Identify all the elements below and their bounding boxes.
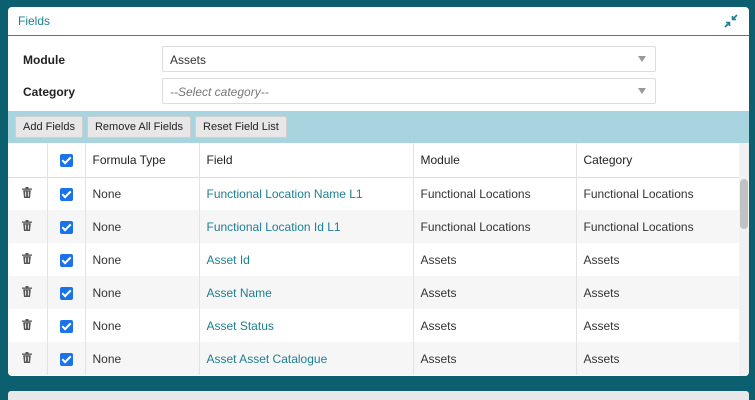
reset-field-list-button[interactable]: Reset Field List (195, 116, 287, 138)
table-row: None Asset Status Assets Assets (8, 309, 739, 342)
table-row: None Asset Asset Catalogue Assets Assets (8, 342, 739, 375)
header-module[interactable]: Module (412, 143, 576, 178)
formula-type-cell: None (84, 210, 199, 243)
trash-icon[interactable] (22, 252, 33, 267)
trash-icon[interactable] (22, 219, 33, 234)
module-cell: Assets (412, 309, 576, 342)
module-row: Module Assets (8, 46, 749, 72)
trash-icon[interactable] (22, 187, 33, 201)
panel-header: Fields (8, 7, 749, 36)
field-link[interactable]: Functional Location Id L1 (198, 210, 413, 243)
category-label: Category (23, 85, 76, 99)
fields-grid: Formula Type Field Module Category None … (8, 143, 739, 376)
header-formula-type[interactable]: Formula Type (84, 143, 199, 178)
bottom-panel-edge (8, 391, 749, 400)
trash-icon[interactable] (22, 318, 33, 333)
module-cell: Functional Locations (412, 210, 576, 243)
formula-type-cell: None (84, 177, 199, 210)
table-row: None Functional Location Id L1 Functiona… (8, 210, 739, 243)
panel-title: Fields (18, 14, 51, 28)
scrollbar-thumb[interactable] (740, 179, 748, 229)
header-select-all-checkbox[interactable] (46, 143, 85, 178)
row-checkbox[interactable] (59, 253, 73, 267)
module-label: Module (23, 53, 65, 67)
trash-icon[interactable] (22, 285, 33, 300)
category-cell: Functional Locations (575, 210, 739, 243)
category-select[interactable]: --Select category-- (162, 78, 656, 104)
module-cell: Functional Locations (412, 177, 576, 210)
field-link[interactable]: Asset Id (198, 243, 413, 276)
module-cell: Assets (412, 342, 576, 375)
module-select[interactable]: Assets (162, 46, 656, 72)
category-cell: Assets (575, 276, 739, 309)
row-checkbox[interactable] (59, 286, 73, 300)
module-cell: Assets (412, 243, 576, 276)
remove-all-fields-button[interactable]: Remove All Fields (86, 116, 192, 138)
field-link[interactable]: Asset Name (198, 276, 413, 309)
category-cell: Assets (575, 342, 739, 375)
vertical-scrollbar[interactable] (739, 143, 749, 376)
toolbar: Add Fields Remove All Fields Reset Field… (8, 111, 749, 143)
add-fields-button[interactable]: Add Fields (15, 116, 83, 138)
row-checkbox[interactable] (59, 319, 73, 333)
category-cell: Functional Locations (575, 177, 739, 210)
row-checkbox[interactable] (59, 187, 73, 201)
category-cell: Assets (575, 243, 739, 276)
table-row: None Asset Name Assets Assets (8, 276, 739, 309)
field-link[interactable]: Asset Asset Catalogue (198, 342, 413, 375)
header-field[interactable]: Field (198, 143, 413, 178)
formula-type-cell: None (84, 309, 199, 342)
row-checkbox[interactable] (59, 352, 73, 366)
category-cell: Assets (575, 309, 739, 342)
formula-type-cell: None (84, 342, 199, 375)
chevron-down-icon[interactable] (629, 79, 655, 103)
category-row: Category --Select category-- (8, 78, 749, 104)
table-row: None Functional Location Name L1 Functio… (8, 177, 739, 210)
table-row: None Asset Id Assets Assets (8, 243, 739, 276)
formula-type-cell: None (84, 243, 199, 276)
trash-icon[interactable] (22, 351, 33, 366)
header-delete-col (8, 143, 47, 178)
collapse-arrows-icon[interactable] (723, 13, 739, 29)
header-category[interactable]: Category (575, 143, 739, 178)
row-checkbox[interactable] (59, 220, 73, 234)
field-link[interactable]: Asset Status (198, 309, 413, 342)
field-link[interactable]: Functional Location Name L1 (198, 177, 413, 210)
module-cell: Assets (412, 276, 576, 309)
chevron-down-icon[interactable] (629, 47, 655, 71)
category-select-placeholder: --Select category-- (170, 85, 269, 99)
formula-type-cell: None (84, 276, 199, 309)
fields-table: Formula Type Field Module Category None … (8, 143, 739, 375)
table-header-row: Formula Type Field Module Category (8, 143, 739, 178)
module-select-value: Assets (170, 53, 207, 67)
fields-panel: Fields Module Assets Category --Select c… (8, 7, 749, 376)
